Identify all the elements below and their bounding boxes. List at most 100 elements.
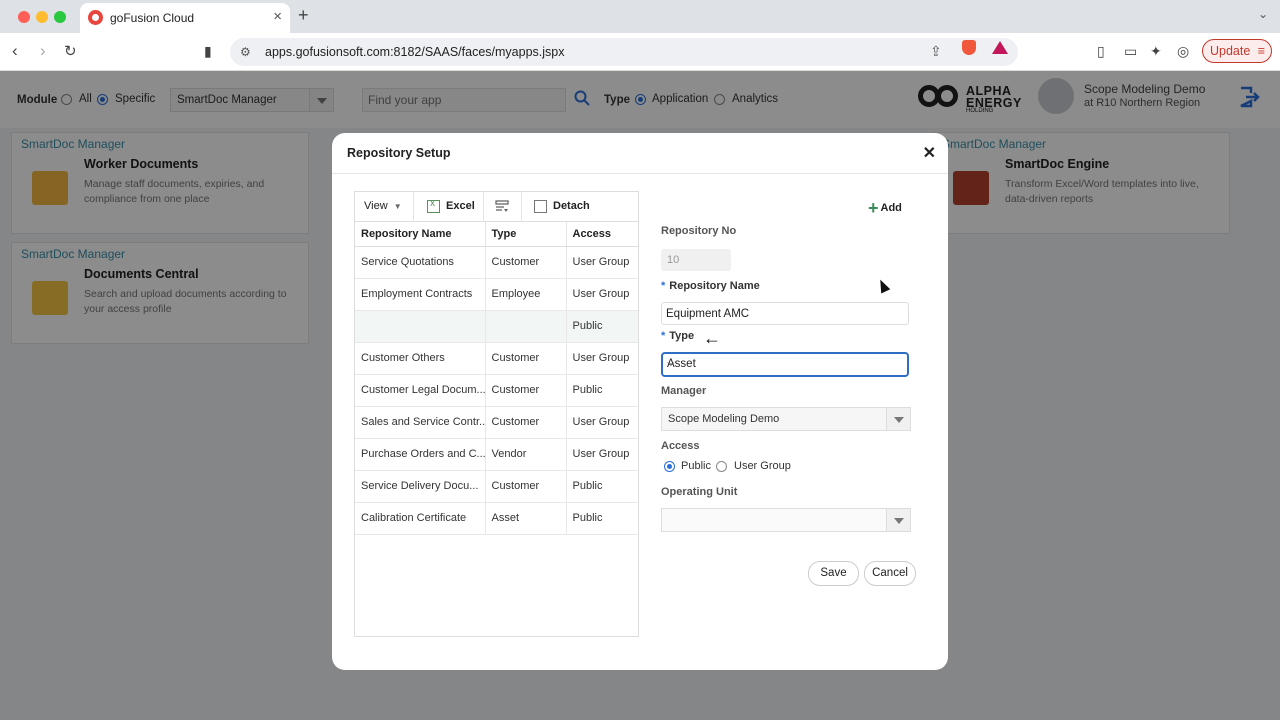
manager-select-value: Scope Modeling Demo: [668, 413, 780, 425]
repository-no-field: 10: [661, 249, 731, 271]
detach-icon[interactable]: [534, 200, 547, 213]
cell-repository-name: Purchase Orders and C...: [355, 438, 486, 471]
table-row[interactable]: Service Delivery Docu... Customer Public: [355, 470, 638, 503]
table-row[interactable]: Purchase Orders and C... Vendor User Gro…: [355, 438, 638, 471]
address-bar[interactable]: ⚙ apps.gofusionsoft.com:8182/SAAS/faces/…: [230, 38, 1018, 66]
cell-repository-name: Customer Others: [355, 342, 486, 375]
url-text: apps.gofusionsoft.com:8182/SAAS/faces/my…: [265, 45, 565, 59]
freeze-columns-icon[interactable]: [495, 200, 509, 213]
table-row[interactable]: Sales and Service Contr... Customer User…: [355, 406, 638, 439]
browser-tab-bar: goFusion Cloud × + ⌄: [0, 0, 1280, 33]
back-icon[interactable]: ‹: [12, 41, 18, 61]
cell-type: Vendor: [485, 438, 567, 471]
table-row[interactable]: Customer Others Customer User Group: [355, 342, 638, 375]
excel-export-button[interactable]: Excel: [446, 200, 475, 212]
wallet-icon[interactable]: ▭: [1124, 43, 1137, 60]
repository-grid: View ▼ Excel Detach Repository Name: [354, 191, 639, 637]
browser-tab[interactable]: goFusion Cloud ×: [80, 3, 290, 33]
table-row[interactable]: Employment Contracts Employee User Group: [355, 278, 638, 311]
cell-access: Public: [566, 374, 638, 407]
repository-setup-dialog: Repository Setup ✕ View ▼ Excel Detach: [332, 133, 948, 670]
cell-access: Public: [566, 502, 638, 535]
bookmark-icon[interactable]: ▮: [204, 43, 212, 60]
type-label-text: Type: [669, 330, 695, 342]
access-user-group-radio[interactable]: [716, 461, 727, 472]
menu-icon: ≡: [1257, 44, 1266, 58]
table-row-selected[interactable]: Public: [355, 310, 638, 343]
column-header[interactable]: Type: [485, 222, 567, 247]
cell-access: User Group: [566, 342, 638, 375]
cell-type: Customer: [485, 342, 567, 375]
sidebar-toggle-icon[interactable]: ▯: [1097, 43, 1105, 60]
column-header[interactable]: Access: [566, 222, 638, 247]
view-menu-button[interactable]: View ▼: [364, 200, 402, 212]
cell-type: Customer: [485, 374, 567, 407]
cell-repository-name: Customer Legal Docum...: [355, 374, 486, 407]
left-arrow-icon: ←: [703, 328, 721, 348]
repository-no-label: Repository No: [661, 225, 737, 237]
column-header[interactable]: Repository Name: [355, 222, 486, 247]
repository-name-label: * Repository Name: [661, 280, 760, 292]
dialog-title: Repository Setup: [347, 146, 451, 160]
repository-name-label-text: Repository Name: [669, 280, 760, 292]
cell-type: Asset: [485, 502, 567, 535]
save-button[interactable]: Save: [808, 561, 859, 586]
forward-icon[interactable]: ›: [40, 41, 46, 61]
maximize-window-button[interactable]: [54, 11, 66, 23]
new-tab-icon[interactable]: +: [298, 5, 309, 26]
site-settings-icon[interactable]: ⚙: [240, 45, 251, 59]
add-repository-button[interactable]: + Add: [868, 198, 902, 219]
required-marker: *: [661, 280, 666, 292]
access-user-group-label: User Group: [734, 460, 791, 472]
gofusion-favicon-icon: [88, 10, 103, 25]
table-row[interactable]: Service Quotations Customer User Group: [355, 246, 638, 279]
update-browser-button[interactable]: Update ≡: [1202, 39, 1272, 63]
chevron-down-icon: ▼: [393, 202, 402, 211]
excel-icon[interactable]: [427, 198, 440, 213]
manager-label: Manager: [661, 385, 707, 397]
toolbar-divider: [521, 192, 522, 222]
brave-rewards-icon[interactable]: [992, 41, 1008, 54]
table-row[interactable]: Customer Legal Docum... Customer Public: [355, 374, 638, 407]
table-row[interactable]: Calibration Certificate Asset Public: [355, 502, 638, 535]
type-select[interactable]: Asset ⌵: [661, 352, 909, 377]
brave-shields-icon[interactable]: [962, 40, 976, 55]
operating-unit-select[interactable]: [661, 508, 911, 532]
access-public-label: Public: [681, 460, 711, 472]
leo-ai-icon[interactable]: ✦: [1150, 43, 1162, 60]
cell-access: User Group: [566, 406, 638, 439]
share-icon[interactable]: ⇪: [930, 43, 942, 60]
dialog-divider: [332, 173, 948, 174]
browser-toolbar: ‹ › ↻ ▮ ⚙ apps.gofusionsoft.com:8182/SAA…: [0, 33, 1280, 71]
operating-unit-label: Operating Unit: [661, 486, 738, 498]
tab-title: goFusion Cloud: [110, 11, 195, 25]
repository-name-input[interactable]: Equipment AMC: [661, 302, 909, 325]
update-label: Update: [1210, 44, 1251, 58]
close-window-button[interactable]: [18, 11, 30, 23]
reload-icon[interactable]: ↻: [64, 42, 77, 60]
close-dialog-icon[interactable]: ✕: [923, 143, 936, 163]
repository-no-value: 10: [667, 254, 680, 266]
vpn-icon[interactable]: ◎: [1177, 43, 1189, 60]
grid-toolbar: View ▼ Excel Detach: [355, 192, 638, 222]
cell-type: Customer: [485, 246, 567, 279]
close-tab-icon[interactable]: ×: [273, 8, 282, 25]
table-header-row: Repository Name Type Access: [355, 222, 638, 247]
cell-access: User Group: [566, 278, 638, 311]
dropdown-arrow-icon: [886, 509, 910, 531]
cell-type: Customer: [485, 470, 567, 503]
manager-select[interactable]: Scope Modeling Demo: [661, 407, 911, 431]
tab-list-chevron-icon[interactable]: ⌄: [1258, 7, 1268, 21]
cell-access: User Group: [566, 438, 638, 471]
cancel-button[interactable]: Cancel: [864, 561, 916, 586]
repository-table: Repository Name Type Access Service Quot…: [355, 222, 638, 535]
access-public-radio[interactable]: [664, 461, 675, 472]
toolbar-divider: [483, 192, 484, 222]
view-label: View: [364, 200, 388, 212]
access-label: Access: [661, 440, 700, 452]
cell-repository-name: Service Delivery Docu...: [355, 470, 486, 503]
dropdown-arrow-icon: [886, 408, 910, 430]
cell-repository-name: [355, 310, 486, 343]
minimize-window-button[interactable]: [36, 11, 48, 23]
detach-button[interactable]: Detach: [553, 200, 590, 212]
